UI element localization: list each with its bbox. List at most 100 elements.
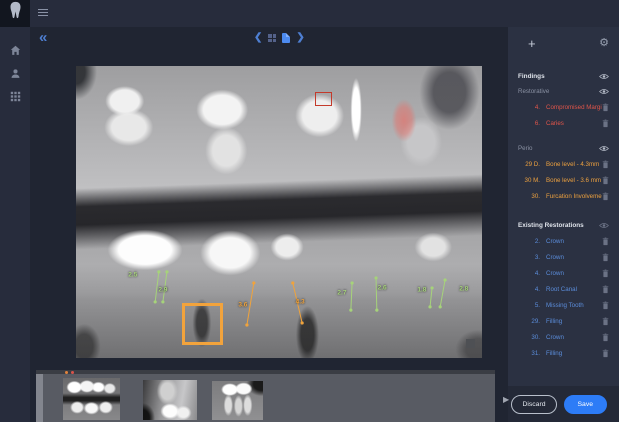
restoration-row[interactable]: 2. Crown xyxy=(518,233,609,249)
trash-icon[interactable] xyxy=(602,333,609,342)
add-finding-button[interactable]: + xyxy=(518,37,536,50)
finding-row[interactable]: 30. Furcation Involvement xyxy=(518,188,609,204)
finding-indicator-dot xyxy=(71,371,74,374)
trash-icon[interactable] xyxy=(602,192,609,201)
section-perio-title: Perio xyxy=(518,145,532,152)
restoration-row[interactable]: 4. Crown xyxy=(518,265,609,281)
trash-icon[interactable] xyxy=(602,349,609,358)
restorative-findings-list: 4. Compromised Margin 6. Caries xyxy=(518,99,609,131)
margin-box[interactable] xyxy=(315,92,332,106)
save-button[interactable]: Save xyxy=(564,395,608,414)
user-icon[interactable] xyxy=(10,68,21,79)
restoration-tooth-number: 2. xyxy=(518,238,540,245)
trash-icon[interactable] xyxy=(602,103,609,112)
left-sidebar xyxy=(0,27,30,422)
dental-xray-app-window: « ❮ ❯ 2.5 2.9 3.6 4.3 2.7 2.6 1.8 2.8 + ⚙ Findi… xyxy=(0,0,619,422)
restoration-label: Root Canal xyxy=(546,286,602,293)
section-restorative-title: Restorative xyxy=(518,88,549,95)
finding-label: Compromised Margin xyxy=(546,104,602,111)
restoration-tooth-number: 4. xyxy=(518,286,540,293)
collapse-panel-button[interactable]: « xyxy=(39,29,46,46)
restoration-row[interactable]: 29. Filling xyxy=(518,313,609,329)
next-image-icon[interactable]: ❯ xyxy=(296,33,304,43)
tooth-icon xyxy=(8,1,23,26)
restoration-row[interactable]: 30. Crown xyxy=(518,329,609,345)
filmstrip-scroll-right-icon[interactable]: ▶ xyxy=(503,395,509,404)
trash-icon[interactable] xyxy=(602,237,609,246)
restoration-tooth-number: 4. xyxy=(518,270,540,277)
trash-icon[interactable] xyxy=(602,285,609,294)
menu-icon[interactable] xyxy=(38,9,48,17)
restoration-label: Crown xyxy=(546,254,602,261)
trash-icon[interactable] xyxy=(602,119,609,128)
trash-icon[interactable] xyxy=(602,176,609,185)
eye-toggle-perio[interactable] xyxy=(599,145,609,152)
top-bar xyxy=(0,0,619,27)
findings-panel: + ⚙ Findings Restorative 4. Compromised … xyxy=(508,27,619,422)
measurement-label[interactable]: 4.3 xyxy=(296,298,305,305)
restoration-row[interactable]: 4. Root Canal xyxy=(518,281,609,297)
prev-image-icon[interactable]: ❮ xyxy=(254,33,262,43)
xray-image[interactable]: 2.5 2.9 3.6 4.3 2.7 2.6 1.8 2.8 xyxy=(76,66,482,358)
existing-restorations-title: Existing Restorations xyxy=(518,222,584,229)
measurement-label[interactable]: 2.8 xyxy=(459,286,468,293)
restoration-label: Missing Tooth xyxy=(546,302,602,309)
restoration-label: Filling xyxy=(546,318,602,325)
restoration-row[interactable]: 31. Filling xyxy=(518,345,609,361)
eye-toggle-restorative[interactable] xyxy=(599,88,609,95)
caries-region[interactable] xyxy=(391,98,417,143)
finding-tooth-number: 30. xyxy=(518,193,540,200)
finding-tooth-number: 30 M. xyxy=(518,177,540,184)
measurement-label[interactable]: 2.9 xyxy=(158,286,167,293)
filmstrip xyxy=(36,370,495,422)
trash-icon[interactable] xyxy=(602,160,609,169)
measurement-label[interactable]: 3.6 xyxy=(238,301,247,308)
restoration-label: Crown xyxy=(546,334,602,341)
finding-row[interactable]: 30 M. Bone level - 3.6 mm xyxy=(518,172,609,188)
restoration-tooth-number: 31. xyxy=(518,350,540,357)
annotation-overlay: 2.5 2.9 3.6 4.3 2.7 2.6 1.8 2.8 xyxy=(76,66,482,358)
finding-row[interactable]: 6. Caries xyxy=(518,115,609,131)
panel-footer: Discard Save xyxy=(508,386,619,422)
thumbnail-finding-dots xyxy=(65,371,74,374)
measurement-label[interactable]: 2.6 xyxy=(378,284,387,291)
finding-label: Furcation Involvement xyxy=(546,193,602,200)
grid-view-icon[interactable] xyxy=(268,34,276,42)
finding-tooth-number: 29 D. xyxy=(518,161,540,168)
restoration-label: Crown xyxy=(546,238,602,245)
image-corner-mark xyxy=(466,339,475,348)
finding-tooth-number: 6. xyxy=(518,120,540,127)
finding-row[interactable]: 29 D. Bone level - 4.3mm xyxy=(518,156,609,172)
trash-icon[interactable] xyxy=(602,301,609,310)
trash-icon[interactable] xyxy=(602,253,609,262)
measurement-label[interactable]: 2.5 xyxy=(128,272,137,279)
restoration-tooth-number: 29. xyxy=(518,318,540,325)
trash-icon[interactable] xyxy=(602,317,609,326)
finding-row[interactable]: 4. Compromised Margin xyxy=(518,99,609,115)
measurement-label[interactable]: 2.7 xyxy=(337,289,346,296)
viewer-canvas: « ❮ ❯ 2.5 2.9 3.6 4.3 2.7 2.6 1.8 2.8 xyxy=(30,27,508,370)
findings-title: Findings xyxy=(518,73,545,80)
xray-thumbnail-1[interactable] xyxy=(63,378,120,420)
apps-grid-icon[interactable] xyxy=(10,91,21,102)
home-icon[interactable] xyxy=(10,45,21,56)
trash-icon[interactable] xyxy=(602,269,609,278)
filmstrip-left-scroll[interactable] xyxy=(36,374,43,422)
xray-thumbnail-3[interactable] xyxy=(212,381,263,420)
discard-button[interactable]: Discard xyxy=(511,395,556,414)
eye-toggle-existing[interactable] xyxy=(599,222,609,229)
filmstrip-scrollbar[interactable] xyxy=(36,370,495,374)
finding-indicator-dot xyxy=(65,371,68,374)
xray-thumbnail-2[interactable] xyxy=(143,380,197,420)
single-view-icon[interactable] xyxy=(282,33,290,43)
existing-restorations-list: 2. Crown 3. Crown 4. Crown xyxy=(518,233,609,361)
furcation-box[interactable] xyxy=(182,303,223,345)
restoration-row[interactable]: 3. Crown xyxy=(518,249,609,265)
restoration-row[interactable]: 5. Missing Tooth xyxy=(518,297,609,313)
eye-toggle-findings[interactable] xyxy=(599,73,609,80)
image-nav-toolbar: ❮ ❯ xyxy=(254,33,305,43)
measurement-lines xyxy=(76,66,482,358)
measurement-label[interactable]: 1.8 xyxy=(417,286,426,293)
gear-icon[interactable]: ⚙ xyxy=(599,38,609,49)
app-logo[interactable] xyxy=(0,0,30,27)
